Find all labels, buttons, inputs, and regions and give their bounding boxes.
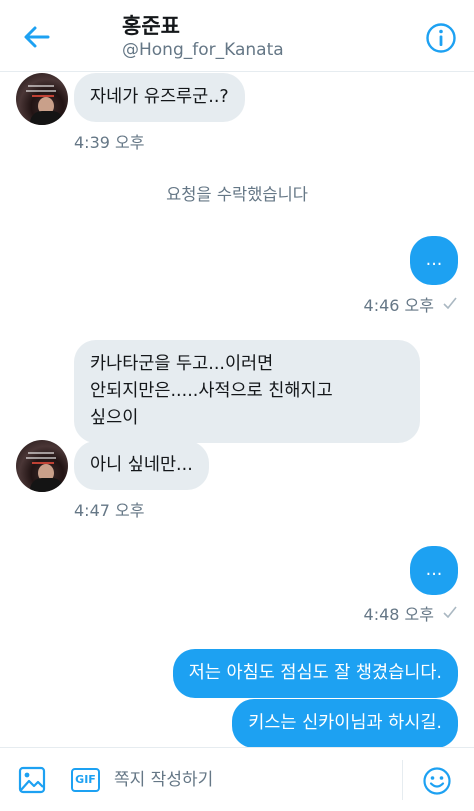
back-arrow-icon[interactable] bbox=[22, 22, 52, 52]
checkmark-icon bbox=[443, 606, 457, 618]
message-timestamp: 4:46 오후 bbox=[363, 296, 434, 315]
message-timestamp: 4:48 오후 bbox=[363, 605, 434, 624]
message-timestamp: 4:39 오후 bbox=[74, 133, 145, 152]
request-accepted-notice: 요청을 수락했습니다 bbox=[166, 185, 308, 204]
checkmark-icon bbox=[443, 297, 457, 309]
incoming-message[interactable]: 자네가 유즈루군..? bbox=[74, 73, 245, 122]
outgoing-message[interactable]: 키스는 신카이님과 하시길. bbox=[232, 699, 458, 748]
contact-avatar[interactable] bbox=[16, 440, 68, 492]
incoming-message[interactable]: 카나타군을 두고...이러면 안되지만은.....사적으로 친해지고 싶으이 bbox=[74, 340, 420, 443]
gif-button[interactable]: GIF bbox=[71, 768, 100, 792]
contact-avatar[interactable] bbox=[16, 73, 68, 125]
message-composer: GIF bbox=[0, 747, 474, 811]
outgoing-message[interactable]: ... bbox=[410, 236, 458, 285]
divider bbox=[402, 760, 403, 800]
contact-name[interactable]: 홍준표 bbox=[122, 10, 180, 40]
conversation-header: 홍준표 @Hong_for_Kanata bbox=[0, 0, 474, 72]
message-input[interactable] bbox=[114, 756, 404, 804]
incoming-message[interactable]: 아니 싶네만... bbox=[74, 441, 209, 490]
outgoing-message[interactable]: ... bbox=[410, 546, 458, 595]
info-icon[interactable] bbox=[425, 22, 457, 54]
outgoing-message[interactable]: 저는 아침도 점심도 잘 챙겼습니다. bbox=[172, 649, 458, 698]
message-timestamp: 4:47 오후 bbox=[74, 501, 145, 520]
contact-handle[interactable]: @Hong_for_Kanata bbox=[122, 40, 284, 60]
emoji-icon[interactable] bbox=[422, 766, 452, 796]
image-icon[interactable] bbox=[18, 766, 46, 794]
